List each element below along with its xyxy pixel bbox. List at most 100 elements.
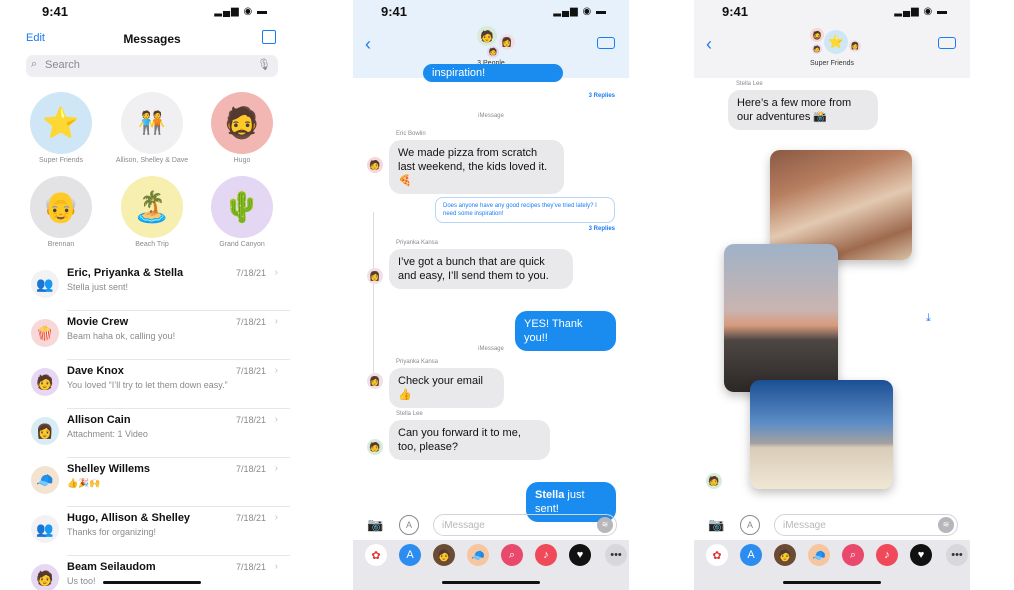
- composer-bar: 📷 A iMessage ≋: [694, 512, 970, 538]
- group-avatars[interactable]: 🧑 👩 🧑: [461, 26, 521, 58]
- images-search-icon[interactable]: ⌕: [501, 544, 523, 566]
- search-placeholder: Search: [45, 59, 80, 71]
- pin-label: Allison, Shelley & Dave: [115, 157, 189, 164]
- avatar: 🧑: [706, 473, 722, 489]
- message-input[interactable]: iMessage ≋: [774, 514, 958, 536]
- replies-link[interactable]: 3 Replies: [589, 226, 615, 232]
- avatar: 🧑: [31, 368, 59, 396]
- music-icon[interactable]: ♪: [876, 544, 898, 566]
- images-search-icon[interactable]: ⌕: [842, 544, 864, 566]
- message-bubble-incoming[interactable]: Check your email 👍: [389, 368, 504, 408]
- message-bubble-incoming[interactable]: Here’s a few more from our adventures 📸: [728, 90, 878, 130]
- conversation-date: 7/18/21: [235, 366, 266, 376]
- photos-app-icon[interactable]: ✿: [706, 544, 728, 566]
- list-item[interactable]: 👩 Allison Cain Attachment: 1 Video 7/18/…: [14, 409, 290, 458]
- conversation-preview: Thanks for organizing!: [67, 527, 157, 537]
- camera-icon[interactable]: 📷: [367, 517, 383, 533]
- memoji-stickers-icon[interactable]: 🧢: [467, 544, 489, 566]
- app-store-icon[interactable]: A: [740, 544, 762, 566]
- pin-label: Grand Canyon: [219, 241, 265, 248]
- thread-line: [373, 212, 374, 382]
- conversation-date: 7/18/21: [235, 464, 266, 474]
- pinned-super-friends[interactable]: ⭐ Super Friends: [16, 92, 106, 164]
- list-item[interactable]: 🧢 Shelley Willems 👍🎉🙌 7/18/21 ›: [14, 458, 290, 507]
- conversation-date: 7/18/21: [235, 562, 266, 572]
- pinned-hugo[interactable]: 🧔 Hugo: [197, 92, 287, 164]
- memoji-stickers-icon[interactable]: 🧢: [808, 544, 830, 566]
- avatar: 🧑: [487, 46, 499, 58]
- input-placeholder: iMessage: [442, 520, 485, 531]
- mention[interactable]: Stella: [535, 489, 564, 501]
- conversation-date: 7/18/21: [235, 268, 266, 278]
- digital-touch-icon[interactable]: ♥: [910, 544, 932, 566]
- back-chevron-icon[interactable]: ‹: [365, 34, 371, 55]
- message-bubble-outgoing[interactable]: YES! Thank you!!: [515, 311, 616, 351]
- home-indicator[interactable]: [442, 581, 540, 584]
- list-item[interactable]: 🧑 Beam Seilaudom Us too! 7/18/21 ›: [14, 556, 290, 590]
- video-camera-icon[interactable]: [597, 37, 615, 49]
- back-chevron-icon[interactable]: ‹: [706, 34, 712, 55]
- photo-desert-sunset[interactable]: [724, 244, 838, 392]
- chevron-right-icon: ›: [274, 414, 278, 425]
- music-icon[interactable]: ♪: [535, 544, 557, 566]
- search-icon: ⌕: [31, 58, 38, 70]
- memoji-icon[interactable]: 🧑: [774, 544, 796, 566]
- signal-wifi-battery-icon: ▂▄▆ ◉ ▬: [553, 6, 607, 17]
- audio-waveform-icon[interactable]: ≋: [938, 517, 954, 533]
- more-apps-icon[interactable]: •••: [605, 544, 627, 566]
- message-bubble-incoming[interactable]: I’ve got a bunch that are quick and easy…: [389, 249, 573, 289]
- photos-app-icon[interactable]: ✿: [365, 544, 387, 566]
- microphone-icon[interactable]: 🎙: [257, 58, 271, 71]
- more-apps-icon[interactable]: •••: [946, 544, 968, 566]
- save-download-icon[interactable]: ⤓: [926, 312, 931, 325]
- group-avatars[interactable]: 🧔 ⭐ 👩 🧑: [802, 26, 862, 58]
- chevron-right-icon: ›: [274, 316, 278, 327]
- group-name[interactable]: Super Friends: [694, 60, 970, 67]
- home-indicator[interactable]: [783, 581, 881, 584]
- replies-link[interactable]: 3 Replies: [589, 93, 615, 99]
- compose-icon[interactable]: [262, 30, 276, 44]
- message-bubble-incoming[interactable]: Can you forward it to me, too, please?: [389, 420, 550, 460]
- message-input[interactable]: iMessage ≋: [433, 514, 617, 536]
- message-bubble-outgoing[interactable]: inspiration!: [423, 64, 563, 82]
- conversation-preview: Us too!: [67, 576, 96, 586]
- avatar: 👩: [499, 34, 515, 50]
- avatar: 👥: [31, 515, 59, 543]
- avatar: 🧑: [477, 26, 497, 46]
- cactus-icon: 🌵: [211, 176, 273, 238]
- pinned-beach-trip[interactable]: 🏝️ Beach Trip: [107, 176, 197, 248]
- chevron-right-icon: ›: [274, 561, 278, 572]
- photo-chat-screen: 9:41 ▂▄▆ ◉ ▬ ‹ 🧔 ⭐ 👩 🧑 Super Friends Ste…: [694, 0, 970, 590]
- pinned-brennan[interactable]: 👴 Brennan: [16, 176, 106, 248]
- conversation-name: Hugo, Allison & Shelley: [67, 512, 191, 524]
- audio-waveform-icon[interactable]: ≋: [597, 517, 613, 533]
- avatar: 🍿: [31, 319, 59, 347]
- list-item[interactable]: 🍿 Movie Crew Beam haha ok, calling you! …: [14, 311, 290, 360]
- camera-icon[interactable]: 📷: [708, 517, 724, 533]
- app-store-icon[interactable]: A: [399, 544, 421, 566]
- list-item[interactable]: 👥 Eric, Priyanka & Stella Stella just se…: [14, 262, 290, 311]
- list-item[interactable]: 👥 Hugo, Allison & Shelley Thanks for org…: [14, 507, 290, 556]
- quoted-message[interactable]: Does anyone have any good recipes they’v…: [435, 197, 615, 223]
- memoji-icon[interactable]: 🧑: [433, 544, 455, 566]
- input-placeholder: iMessage: [783, 520, 826, 531]
- list-item[interactable]: 🧑 Dave Knox You loved “I’ll try to let t…: [14, 360, 290, 409]
- sender-name: Priyanka Kansa: [396, 240, 439, 246]
- avatar: 👥: [31, 270, 59, 298]
- photo-salt-flat[interactable]: [750, 380, 893, 489]
- chevron-right-icon: ›: [274, 463, 278, 474]
- group-avatar-icon: 🧑‍🤝‍🧑: [121, 92, 183, 154]
- conversation-name: Shelley Willems: [67, 463, 151, 475]
- chevron-right-icon: ›: [274, 365, 278, 376]
- service-label: iMessage: [478, 113, 504, 119]
- pinned-allison-shelley-dave[interactable]: 🧑‍🤝‍🧑 Allison, Shelley & Dave: [107, 92, 197, 164]
- video-camera-icon[interactable]: [938, 37, 956, 49]
- digital-touch-icon[interactable]: ♥: [569, 544, 591, 566]
- pin-label: Beach Trip: [135, 241, 169, 248]
- app-store-icon[interactable]: A: [399, 515, 419, 535]
- pinned-grand-canyon[interactable]: 🌵 Grand Canyon: [197, 176, 287, 248]
- message-bubble-incoming[interactable]: We made pizza from scratch last weekend,…: [389, 140, 564, 194]
- home-indicator[interactable]: [103, 581, 201, 584]
- app-store-icon[interactable]: A: [740, 515, 760, 535]
- search-input[interactable]: ⌕ Search 🎙: [26, 55, 278, 77]
